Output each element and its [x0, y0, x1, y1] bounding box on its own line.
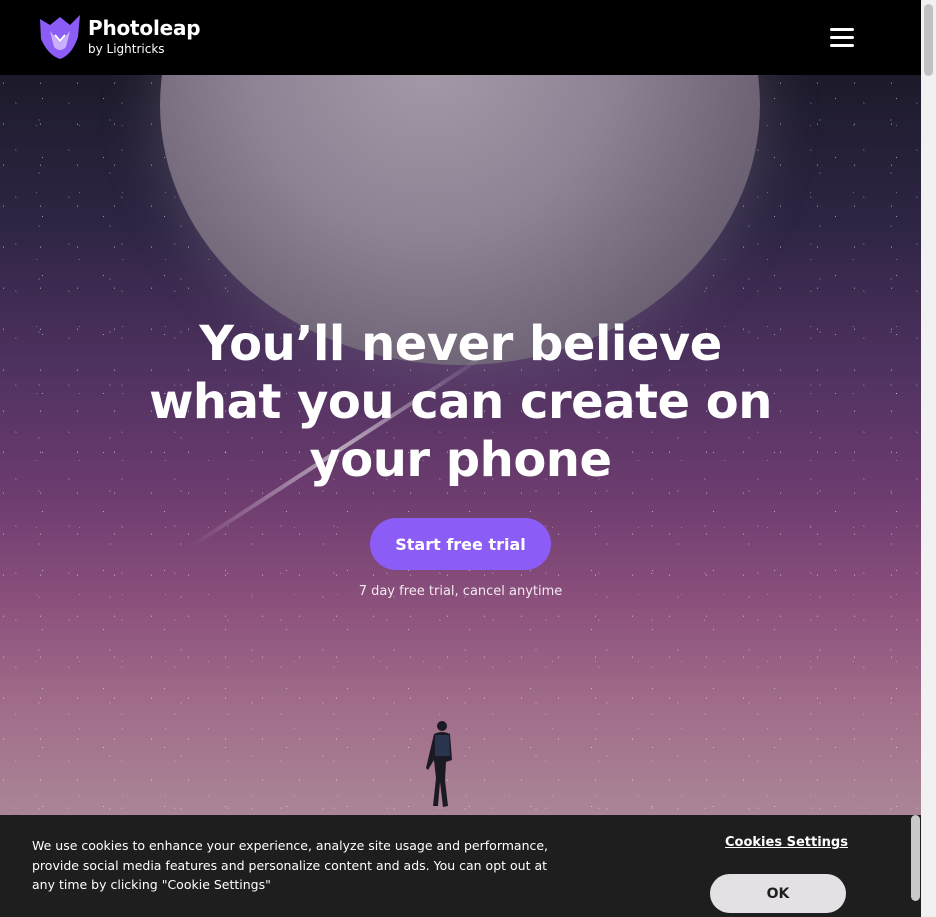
- cookie-banner: We use cookies to enhance your experienc…: [0, 815, 921, 917]
- brand-byline: by Lightricks: [88, 42, 165, 56]
- brand-logo[interactable]: Photoleap by Lightricks: [38, 13, 201, 61]
- trial-note: 7 day free trial, cancel anytime: [358, 584, 563, 599]
- start-free-trial-button[interactable]: Start free trial: [370, 518, 551, 570]
- brand-name: Photoleap: [88, 16, 201, 40]
- cookies-settings-link[interactable]: Cookies Settings: [725, 835, 848, 850]
- hamburger-menu-icon[interactable]: [826, 28, 858, 52]
- cookie-message: We use cookies to enhance your experienc…: [32, 838, 549, 892]
- walking-person-image: [426, 721, 452, 807]
- page-scrollbar[interactable]: [921, 0, 936, 917]
- cookie-ok-button[interactable]: OK: [710, 874, 846, 913]
- scrollbar-thumb[interactable]: [924, 4, 933, 76]
- hero-section: You’ll never believe what you can create…: [0, 75, 921, 917]
- cookie-banner-scrollbar[interactable]: [910, 815, 921, 903]
- hero-headline: You’ll never believe what you can create…: [149, 316, 772, 488]
- fox-logo-icon: [40, 15, 80, 59]
- page: Photoleap by Lightricks You’ll never bel…: [0, 0, 921, 917]
- site-header: Photoleap by Lightricks: [0, 0, 921, 75]
